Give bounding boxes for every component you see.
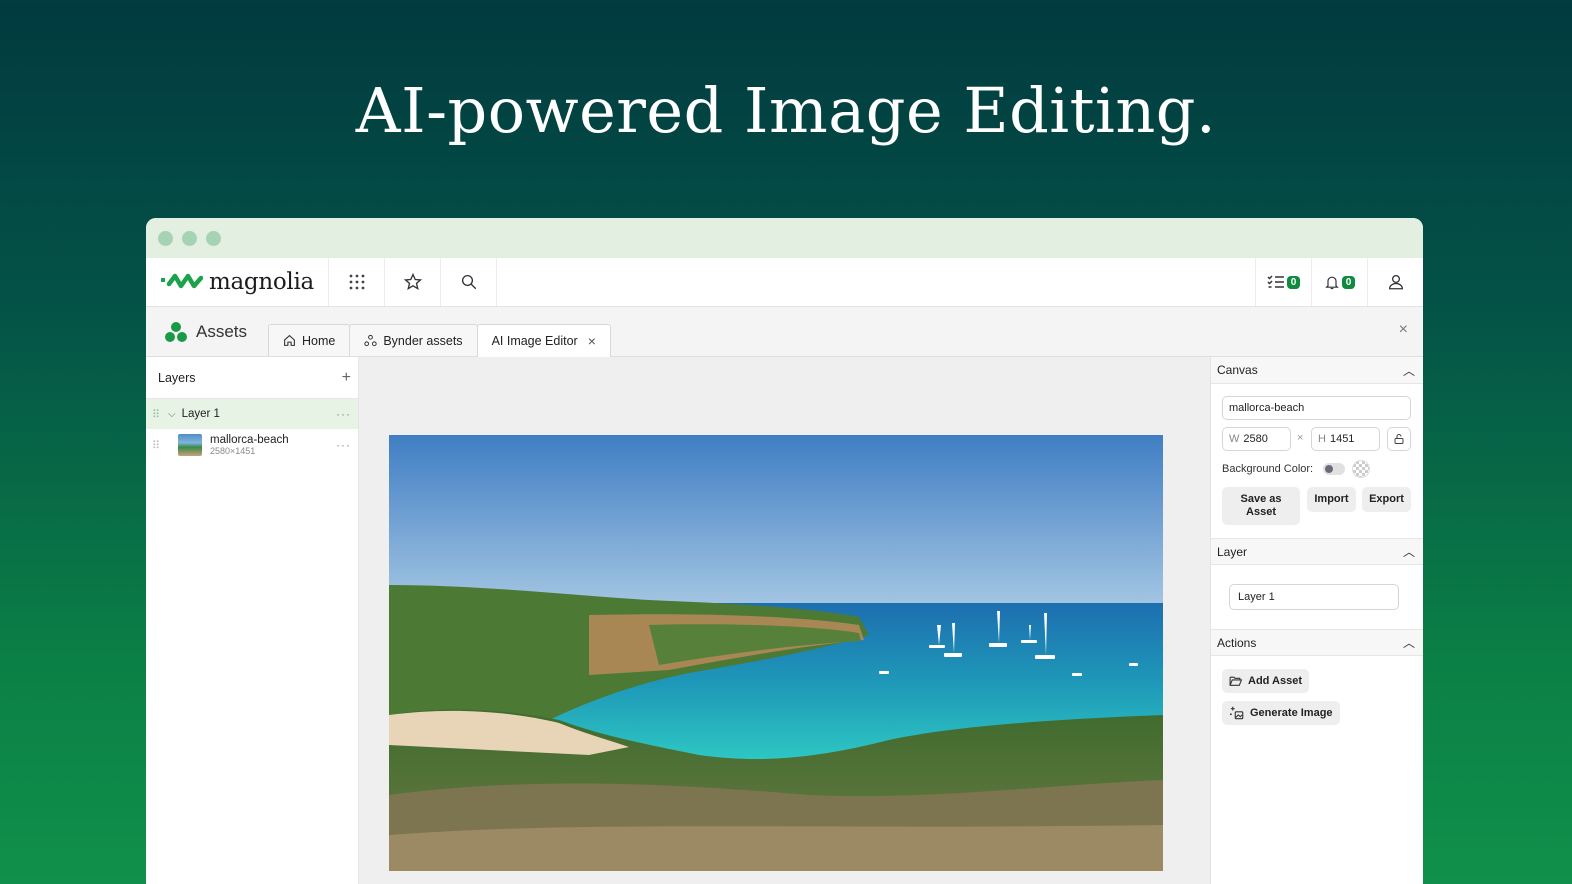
module-title: Assets: [146, 307, 268, 356]
tab-ai-editor-label: AI Image Editor: [491, 334, 578, 348]
chevron-up-icon[interactable]: ︿: [1403, 634, 1415, 651]
list-item[interactable]: ⠿ mallorca-beach 2580×1451 ···: [146, 429, 358, 461]
canvas-area[interactable]: [359, 357, 1210, 884]
layer-item-name: mallorca-beach: [210, 434, 289, 446]
actions-section-title: Actions: [1217, 635, 1257, 650]
folder-open-icon: [1229, 676, 1242, 686]
app-launcher-button[interactable]: [329, 258, 385, 306]
layer-section-header[interactable]: Layer ︿: [1211, 538, 1423, 565]
tab-home-label: Home: [302, 333, 336, 348]
layers-panel: Layers + ⠿ ⌵ Layer 1 ··· ⠿ mallorca-beac…: [146, 357, 359, 884]
notifications-button[interactable]: 0: [1311, 258, 1367, 306]
width-label: W: [1229, 433, 1240, 445]
import-button[interactable]: Import: [1307, 487, 1356, 512]
layer-group-row[interactable]: ⠿ ⌵ Layer 1 ···: [146, 399, 358, 429]
background-color-toggle[interactable]: [1323, 463, 1345, 475]
dimension-separator: ×: [1297, 432, 1304, 444]
add-asset-button[interactable]: Add Asset: [1222, 669, 1309, 693]
search-icon: [461, 274, 476, 290]
layer-group-label: Layer 1: [181, 408, 220, 420]
canvas-image[interactable]: [389, 435, 1163, 871]
layer-section-title: Layer: [1217, 544, 1248, 559]
width-value: 2580: [1243, 433, 1268, 445]
app-header: magnolia 0 0: [146, 258, 1423, 307]
user-icon: [1388, 274, 1403, 290]
save-as-asset-button[interactable]: Save as Asset: [1222, 487, 1300, 525]
canvas-section-header[interactable]: Canvas ︿: [1211, 357, 1423, 384]
notifications-badge: 0: [1341, 275, 1356, 289]
tab-home[interactable]: Home: [268, 324, 351, 356]
drag-handle-icon[interactable]: ⠿: [152, 408, 162, 421]
canvas-width-input[interactable]: W 2580: [1222, 427, 1291, 451]
transparent-swatch-icon[interactable]: [1352, 460, 1370, 478]
tasks-badge: 0: [1286, 275, 1301, 289]
add-layer-icon[interactable]: +: [342, 369, 351, 387]
star-icon: [403, 272, 422, 291]
window-titlebar: [146, 218, 1423, 258]
tab-bynder-assets[interactable]: Bynder assets: [349, 324, 478, 356]
tab-bynder-label: Bynder assets: [383, 333, 463, 348]
chevron-up-icon[interactable]: ︿: [1403, 362, 1415, 379]
layers-title: Layers: [158, 370, 196, 385]
editor-main: Layers + ⠿ ⌵ Layer 1 ··· ⠿ mallorca-beac…: [146, 357, 1423, 884]
bell-icon: [1324, 276, 1339, 289]
module-name: Assets: [196, 321, 248, 341]
tab-ai-image-editor[interactable]: AI Image Editor ×: [476, 324, 611, 357]
home-icon: [284, 334, 295, 346]
magnolia-logo-icon: [161, 273, 203, 289]
add-asset-label: Add Asset: [1248, 675, 1302, 687]
sparkle-image-icon: [1229, 706, 1244, 720]
header-spacer: [497, 258, 1255, 306]
unlock-icon: [1394, 434, 1404, 444]
window-close-dot[interactable]: [158, 230, 173, 246]
tab-close-icon[interactable]: ×: [588, 333, 596, 349]
favorites-button[interactable]: [385, 258, 441, 306]
layers-header: Layers +: [146, 357, 358, 399]
window-minimize-dot[interactable]: [182, 230, 197, 246]
beach-image: [389, 435, 1163, 871]
tasks-icon: [1267, 275, 1284, 288]
layer-item-text: mallorca-beach 2580×1451: [210, 434, 289, 456]
logo-text: magnolia: [209, 269, 314, 295]
canvas-section-title: Canvas: [1217, 363, 1258, 377]
app-window: magnolia 0 0 Assets Home Bynder assets A…: [146, 218, 1423, 884]
export-button[interactable]: Export: [1362, 487, 1411, 512]
height-label: H: [1318, 433, 1326, 445]
grid-icon: [349, 274, 364, 290]
search-button[interactable]: [441, 258, 497, 306]
module-tab-bar: Assets Home Bynder assets AI Image Edito…: [146, 307, 1423, 357]
window-maximize-dot[interactable]: [206, 230, 221, 246]
canvas-name-input[interactable]: mallorca-beach: [1222, 396, 1411, 420]
chevron-up-icon[interactable]: ︿: [1403, 543, 1415, 560]
hero-title: AI-powered Image Editing.: [355, 74, 1217, 147]
more-icon[interactable]: ···: [336, 407, 351, 421]
user-menu-button[interactable]: [1367, 258, 1423, 306]
layer-item-size: 2580×1451: [210, 446, 256, 456]
assets-icon: [165, 321, 187, 342]
bynder-icon: [364, 334, 378, 347]
height-value: 1451: [1329, 433, 1355, 445]
generate-image-button[interactable]: Generate Image: [1222, 701, 1340, 725]
close-icon[interactable]: ×: [1399, 321, 1408, 339]
generate-image-label: Generate Image: [1250, 707, 1333, 719]
canvas-height-input[interactable]: H 1451: [1311, 427, 1380, 451]
aspect-lock-button[interactable]: [1387, 427, 1411, 451]
layer-name-input[interactable]: Layer 1: [1229, 584, 1399, 610]
drag-handle-icon[interactable]: ⠿: [152, 439, 162, 452]
properties-panel: Canvas ︿ mallorca-beach W 2580 × H 1451 …: [1210, 357, 1423, 884]
tasks-button[interactable]: 0: [1255, 258, 1311, 306]
chevron-down-icon[interactable]: ⌵: [168, 409, 176, 420]
layer-thumbnail: [178, 434, 202, 456]
magnolia-logo[interactable]: magnolia: [146, 258, 329, 306]
more-icon[interactable]: ···: [336, 438, 351, 452]
actions-section-header[interactable]: Actions ︿: [1211, 629, 1423, 656]
background-color-label: Background Color:: [1222, 463, 1314, 475]
